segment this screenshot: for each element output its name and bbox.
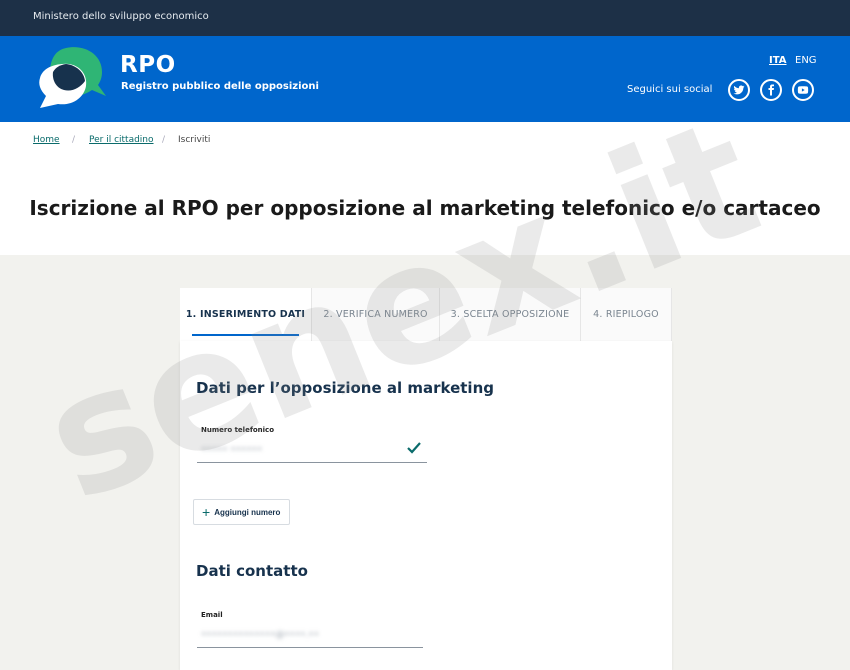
plus-icon: + [202, 504, 211, 520]
section-contact-title: Dati contatto [196, 562, 308, 580]
twitter-icon[interactable] [728, 79, 750, 101]
tab-verifica-numero[interactable]: 2. VERIFICA NUMERO [312, 288, 440, 341]
lang-ita-link[interactable]: ITA [769, 55, 787, 66]
phone-label: Numero telefonico [201, 426, 275, 434]
social-label: Seguici sui social [627, 84, 713, 95]
facebook-icon[interactable] [760, 79, 782, 101]
ministry-name[interactable]: Ministero dello sviluppo economico [33, 11, 209, 22]
breadcrumb-section: Home / Per il cittadino / Iscriviti Iscr… [0, 122, 850, 255]
breadcrumb-citizen[interactable]: Per il cittadino [89, 135, 154, 145]
email-field[interactable]: ••••••••••••••@••••.•• [201, 630, 319, 640]
tab-scelta-opposizione[interactable]: 3. SCELTA OPPOSIZIONE [440, 288, 581, 341]
section-marketing-title: Dati per l’opposizione al marketing [196, 379, 494, 397]
tab-riepilogo[interactable]: 4. RIEPILOGO [581, 288, 672, 341]
page-title: Iscrizione al RPO per opposizione al mar… [29, 196, 821, 220]
email-field-underline [197, 647, 423, 648]
youtube-icon[interactable] [792, 79, 814, 101]
checkmark-icon [407, 442, 421, 454]
breadcrumb-separator: / [72, 135, 76, 145]
rpo-logo-icon[interactable] [36, 44, 108, 108]
lang-eng-link[interactable]: ENG [795, 55, 817, 66]
breadcrumb-home[interactable]: Home [33, 135, 60, 145]
step-tabs: 1. INSERIMENTO DATI 2. VERIFICA NUMERO 3… [180, 288, 672, 341]
site-header: RPO Registro pubblico delle opposizioni … [0, 36, 850, 122]
breadcrumb-current: Iscriviti [178, 135, 211, 145]
phone-field-underline [197, 462, 427, 463]
add-number-label: Aggiungi numero [214, 507, 281, 517]
site-subtitle: Registro pubblico delle opposizioni [121, 81, 319, 92]
site-title[interactable]: RPO [120, 52, 176, 78]
tab-inserimento-dati[interactable]: 1. INSERIMENTO DATI [180, 288, 312, 341]
breadcrumb-separator: / [162, 135, 166, 145]
add-number-button[interactable]: + Aggiungi numero [193, 499, 290, 525]
form-card: Dati per l’opposizione al marketing Nume… [180, 341, 672, 670]
ministry-bar: Ministero dello sviluppo economico [0, 0, 850, 36]
email-label: Email [201, 611, 223, 619]
phone-field[interactable]: ••••• •••••• [201, 445, 262, 455]
